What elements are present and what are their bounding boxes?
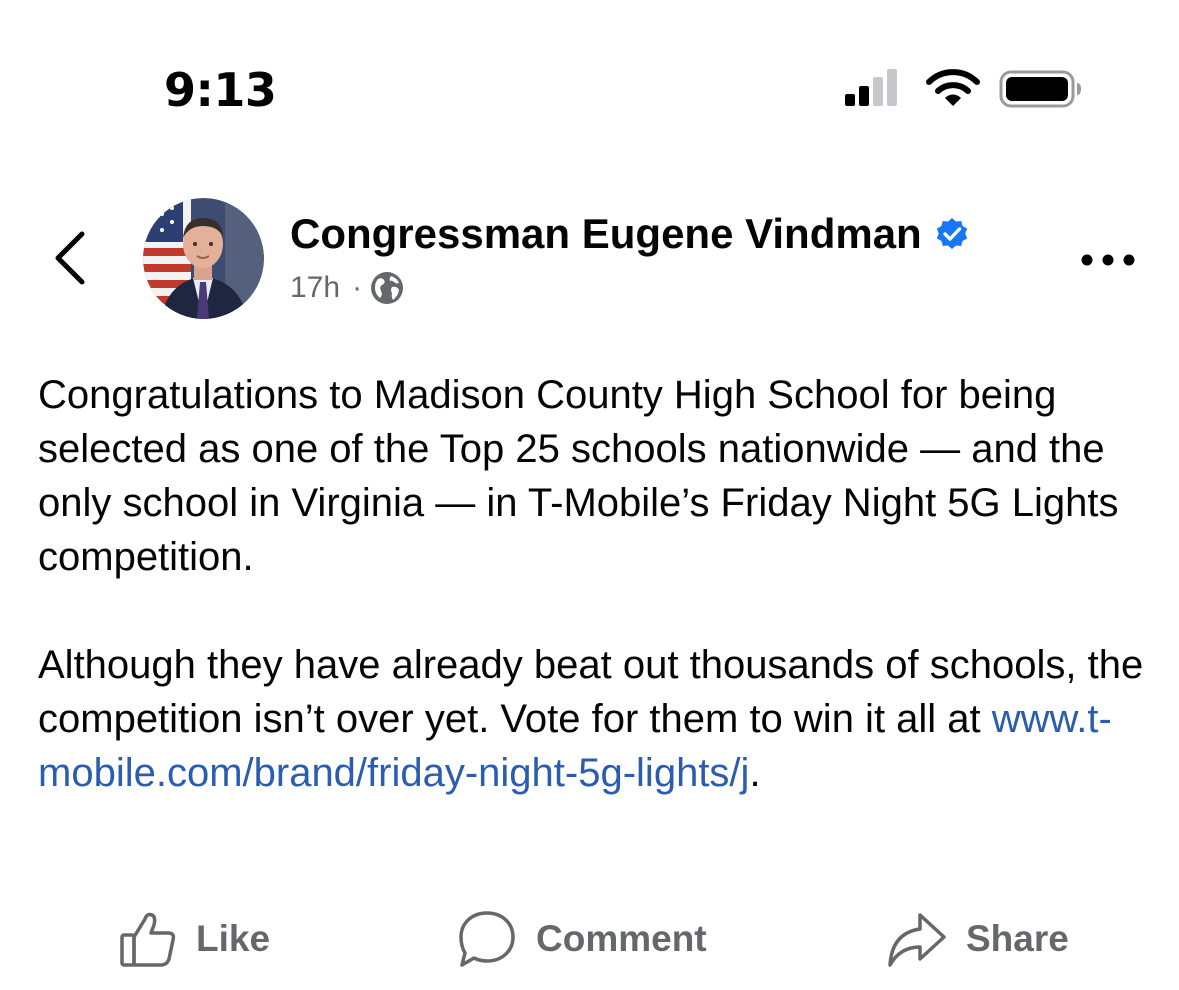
like-label: Like (196, 918, 271, 959)
author-name[interactable]: Congressman Eugene Vindman (290, 206, 922, 262)
more-options-button[interactable] (1076, 240, 1140, 280)
comment-icon (459, 911, 515, 967)
share-button[interactable]: Share (884, 904, 1069, 974)
meta-separator: · (352, 271, 363, 304)
comment-button[interactable]: Comment (456, 904, 707, 974)
post-body: Congratulations to Madison County High S… (38, 368, 1148, 800)
more-icon (1081, 254, 1135, 266)
post-paragraph-text: Although they have already beat out thou… (38, 643, 1144, 741)
post-timestamp[interactable]: 17h (290, 266, 340, 310)
avatar-photo (143, 198, 264, 319)
battery-icon (999, 70, 1081, 108)
share-icon (888, 913, 946, 967)
like-button[interactable]: Like (118, 904, 270, 974)
post-paragraph-end: . (749, 751, 761, 795)
author-row: Congressman Eugene Vindman (290, 206, 970, 262)
share-label: Share (966, 918, 1069, 959)
post-paragraph: Congratulations to Madison County High S… (38, 373, 1119, 579)
chevron-left-icon (55, 231, 85, 285)
comment-label: Comment (536, 918, 707, 959)
post-meta: 17h · (290, 266, 404, 310)
cellular-signal-icon (845, 69, 897, 106)
status-icons (843, 66, 1083, 110)
globe-icon (371, 272, 404, 304)
thumbs-up-icon (120, 912, 176, 967)
status-time: 9:13 (164, 63, 277, 117)
back-button[interactable] (44, 222, 100, 292)
avatar[interactable] (143, 198, 264, 319)
verified-badge-icon (936, 218, 967, 249)
wifi-icon (926, 69, 980, 106)
post-paragraph: Although they have already beat out thou… (38, 638, 1148, 800)
